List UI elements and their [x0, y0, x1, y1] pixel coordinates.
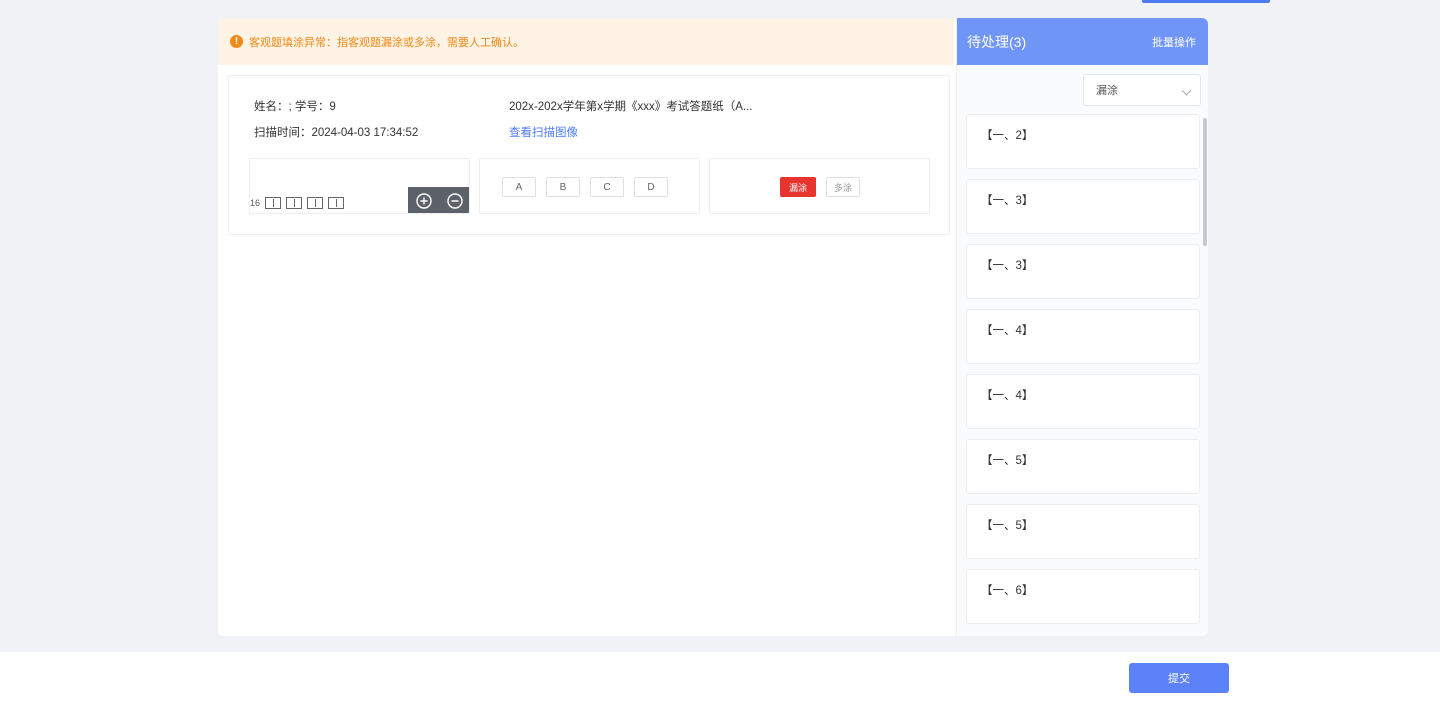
- exception-tags: 漏涂 多涂: [780, 177, 860, 197]
- chevron-down-icon: [1181, 85, 1192, 96]
- scan-preview-box: 16: [249, 158, 470, 214]
- pending-item[interactable]: 【一、3】: [966, 244, 1200, 299]
- pending-item[interactable]: 【一、4】: [966, 374, 1200, 429]
- pending-item[interactable]: 【一、4】: [966, 309, 1200, 364]
- choice-option-d[interactable]: D: [634, 177, 668, 197]
- scanned-bubble: [286, 197, 303, 209]
- exception-review-card: ! 客观题填涂异常：指客观题漏涂或多涂，需要人工确认。 姓名：; 学号：9 扫描…: [218, 18, 1208, 636]
- pending-item[interactable]: 【一、5】: [966, 439, 1200, 494]
- multiple-fill-tag[interactable]: 多涂: [826, 177, 860, 197]
- scan-time: 扫描时间：2024-04-03 17:34:52: [254, 127, 419, 139]
- student-name-id: 姓名：; 学号：9: [254, 101, 336, 113]
- sidebar-scrollbar[interactable]: [1203, 118, 1207, 246]
- sidebar-header: 待处理(3) 批量操作: [957, 18, 1208, 65]
- scanned-bubble: [265, 197, 282, 209]
- left-pane: ! 客观题填涂异常：指客观题漏涂或多涂，需要人工确认。 姓名：; 学号：9 扫描…: [218, 18, 954, 636]
- pending-item[interactable]: 【一、3】: [966, 179, 1200, 234]
- exam-title: 202x-202x学年第x学期《xxx》考试答题纸（A...: [509, 101, 753, 113]
- alert-text: 客观题填涂异常：指客观题漏涂或多涂，需要人工确认。: [249, 36, 524, 49]
- zoom-toolbar: [408, 187, 469, 213]
- choice-option-c[interactable]: C: [590, 177, 624, 197]
- warning-icon: !: [230, 35, 243, 48]
- missing-fill-tag[interactable]: 漏涂: [780, 177, 816, 197]
- exception-type-box: 漏涂 多涂: [709, 158, 930, 214]
- submit-button[interactable]: 提交: [1129, 663, 1229, 693]
- pending-list: 【一、2】 【一、3】 【一、3】 【一、4】 【一、4】 【一、5】 【一、5…: [966, 114, 1200, 634]
- scanned-bubble: [307, 197, 324, 209]
- choice-selection-box: A B C D: [479, 158, 700, 214]
- choice-option-b[interactable]: B: [546, 177, 580, 197]
- view-scan-image-link[interactable]: 查看扫描图像: [509, 124, 578, 140]
- answer-sheet-info-card: 姓名：; 学号：9 扫描时间：2024-04-03 17:34:52 202x-…: [228, 75, 950, 235]
- pending-item[interactable]: 【一、5】: [966, 504, 1200, 559]
- zoom-in-icon[interactable]: [415, 192, 433, 210]
- alert-banner: ! 客观题填涂异常：指客观题漏涂或多涂，需要人工确认。: [218, 18, 954, 65]
- pending-item[interactable]: 【一、2】: [966, 114, 1200, 169]
- scanned-option-row: 16: [250, 197, 345, 209]
- choice-option-a[interactable]: A: [502, 177, 536, 197]
- top-tab-indicator: [1142, 0, 1270, 3]
- choice-row: A B C D: [502, 177, 678, 197]
- scanned-bubble: [328, 197, 345, 209]
- filter-select[interactable]: 漏涂: [1083, 74, 1201, 106]
- batch-action-button[interactable]: 批量操作: [1152, 34, 1196, 50]
- page-right-edge: [1440, 0, 1450, 703]
- zoom-out-icon[interactable]: [446, 192, 464, 210]
- pending-title: 待处理(3): [967, 33, 1027, 50]
- filter-value: 漏涂: [1096, 85, 1118, 97]
- pending-item[interactable]: 【一、6】: [966, 569, 1200, 624]
- question-number: 16: [250, 198, 261, 208]
- pending-sidebar: 待处理(3) 批量操作 漏涂 【一、2】 【一、3】 【一、3】 【一、4】 【…: [956, 18, 1208, 636]
